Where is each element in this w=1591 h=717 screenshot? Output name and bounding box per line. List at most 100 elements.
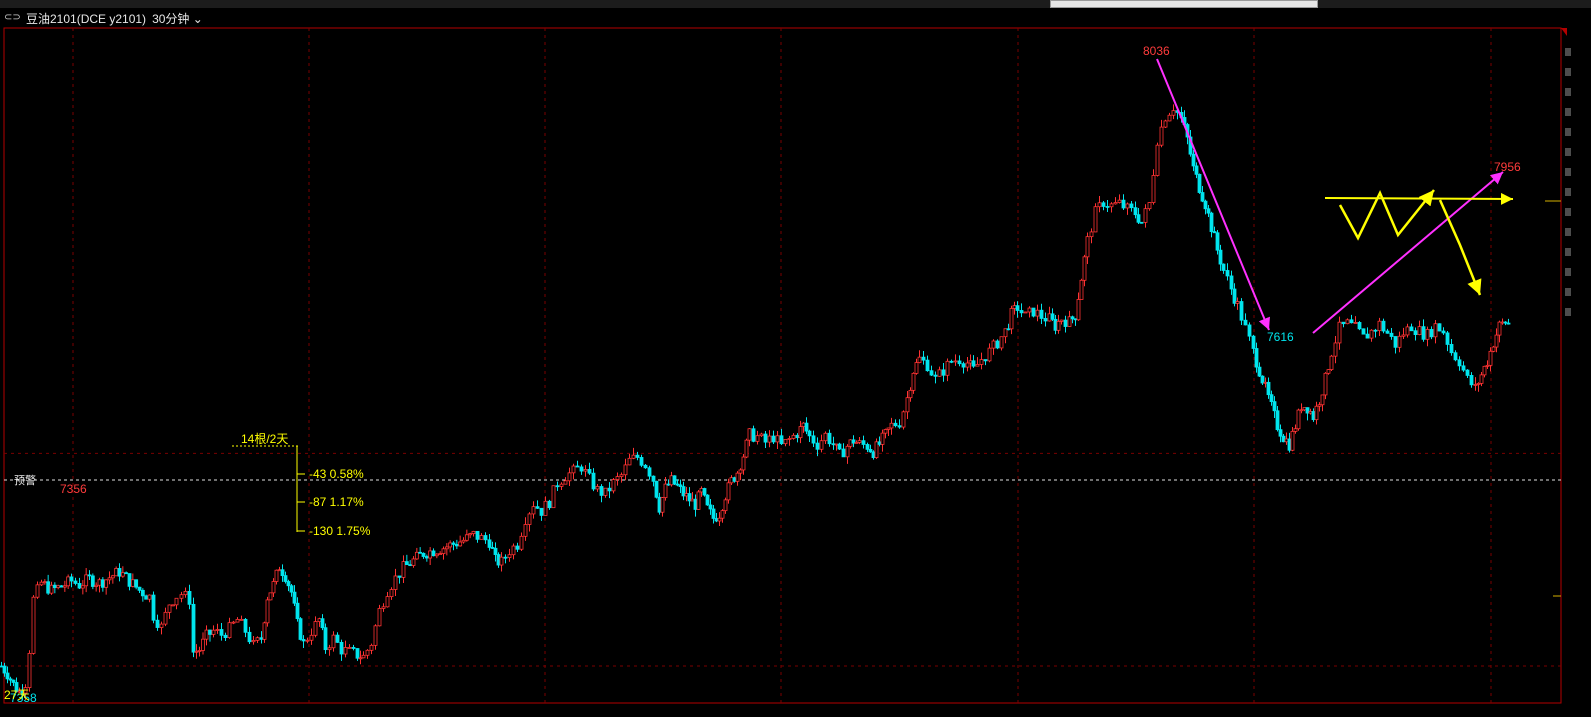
candle-body — [897, 425, 902, 428]
candle-body — [708, 504, 713, 510]
candle-body — [779, 435, 784, 445]
candle-body — [414, 551, 419, 560]
candle-body — [767, 435, 772, 443]
candle-body — [527, 513, 532, 525]
candle-body — [223, 634, 228, 639]
candle-body — [672, 475, 677, 485]
candle-body — [323, 627, 328, 651]
candle-body — [167, 604, 172, 613]
candle-body — [619, 474, 624, 477]
candle-body — [933, 374, 938, 377]
right-axis-glyph — [1565, 268, 1571, 276]
candle-body — [147, 594, 152, 600]
candle-body — [1125, 203, 1130, 209]
right-axis-glyph — [1565, 228, 1571, 236]
candle-body — [714, 518, 719, 522]
candle-body — [110, 575, 115, 579]
candle-body — [140, 589, 145, 597]
candle-body — [660, 497, 665, 513]
candle-body — [365, 649, 370, 656]
candle-body — [1206, 208, 1211, 214]
candle-body — [953, 360, 958, 363]
candle-body — [1109, 203, 1114, 208]
candle-body — [448, 542, 453, 548]
candle-body — [991, 340, 996, 349]
candle-body — [201, 638, 205, 651]
candle-body — [381, 606, 386, 609]
candle-body — [1031, 307, 1036, 317]
candle-body — [914, 362, 919, 374]
candle-body — [1218, 249, 1223, 265]
right-axis-glyph — [1565, 308, 1571, 316]
candle-body — [255, 637, 260, 641]
candle-body — [418, 551, 423, 554]
price-chart[interactable]: 预警 14根/2天 -43 0.58% -87 1.17% -130 1.75% 80… — [0, 0, 1591, 717]
candle-body — [1296, 409, 1301, 430]
right-axis-glyph — [1565, 108, 1571, 116]
candle-body — [280, 569, 285, 576]
candle-body — [431, 550, 436, 557]
alert-label: 预警 — [14, 473, 36, 487]
candle-body — [1326, 369, 1331, 374]
candle-body — [339, 641, 344, 655]
candle-body — [751, 428, 756, 442]
candle-body — [1397, 335, 1402, 348]
candle-body — [851, 439, 856, 444]
candle-body — [471, 530, 476, 535]
candle-body — [87, 574, 92, 577]
candle-body — [555, 485, 560, 488]
candle-body — [283, 575, 288, 582]
candle-body — [1076, 299, 1081, 321]
candle-body — [1260, 375, 1265, 384]
price-label: 8036 — [1143, 44, 1170, 58]
candle-body — [1053, 318, 1058, 331]
candle-body — [515, 545, 520, 550]
candle-body — [1235, 301, 1240, 304]
candle-body — [595, 486, 600, 490]
candle-body — [107, 577, 112, 581]
candle-body — [1329, 355, 1334, 370]
candle-body — [877, 441, 882, 445]
candle-body — [66, 576, 71, 587]
candle-body — [1139, 221, 1144, 224]
candle-body — [880, 432, 885, 445]
candle-body — [893, 422, 898, 427]
candle-body — [227, 622, 232, 639]
candle-body — [305, 639, 310, 642]
candle-body — [1482, 365, 1487, 376]
candle-body — [487, 539, 492, 548]
candle-body — [59, 585, 64, 588]
price-label: 27天 — [4, 688, 29, 702]
candle-body — [1272, 401, 1277, 412]
candle-body — [759, 433, 764, 437]
candle-body — [347, 647, 352, 649]
candle-body — [827, 432, 832, 445]
candle-body — [519, 535, 524, 550]
candle-body — [1409, 326, 1414, 332]
candle-body — [355, 648, 360, 659]
candle-body — [819, 440, 824, 450]
candle-body — [837, 443, 842, 450]
candle-body — [286, 581, 291, 587]
candle-body — [35, 584, 40, 598]
candle-body — [77, 583, 82, 589]
candle-body — [215, 629, 220, 631]
candle-body — [1159, 126, 1164, 146]
measure-level: -130 1.75% — [309, 524, 371, 538]
candle-body — [1089, 231, 1094, 238]
candle-body — [917, 356, 922, 363]
candle-body — [1278, 429, 1283, 437]
candle-body — [1093, 206, 1098, 233]
candle-body — [1445, 332, 1450, 345]
candle-body — [1225, 270, 1230, 277]
right-axis-glyph — [1565, 68, 1571, 76]
candle-body — [231, 621, 236, 624]
candle-body — [97, 579, 102, 586]
candle-body — [1035, 309, 1040, 317]
candle-body — [1121, 199, 1126, 209]
candle-body — [1163, 120, 1168, 128]
candle-body — [204, 629, 209, 640]
candle-body — [39, 581, 44, 586]
candle-body — [531, 506, 536, 515]
candle-body — [144, 595, 149, 600]
